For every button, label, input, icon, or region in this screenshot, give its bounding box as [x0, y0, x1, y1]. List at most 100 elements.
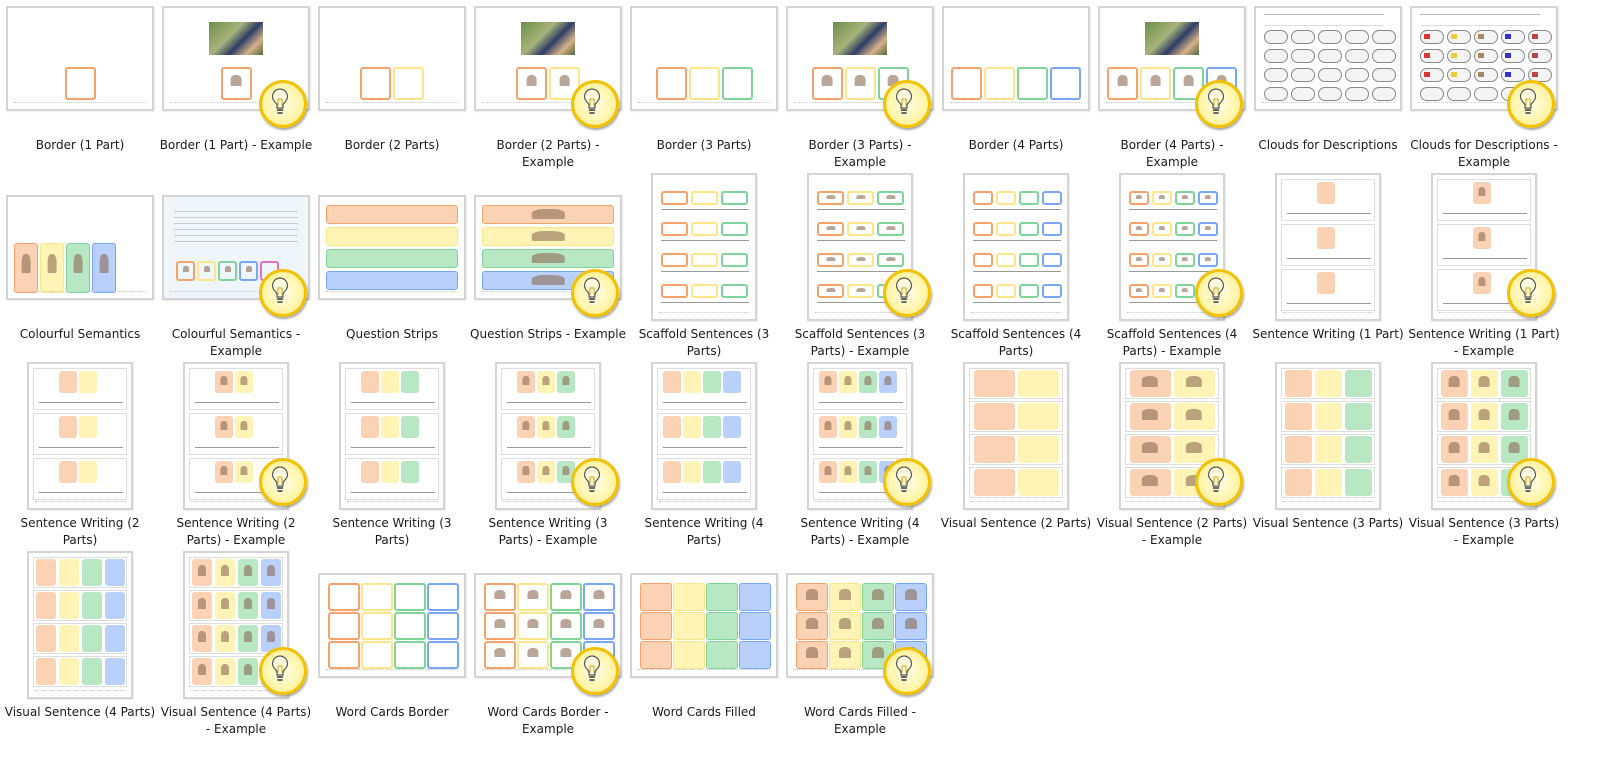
file-name[interactable]: Colourful Semantics - Example: [158, 326, 314, 360]
file-thumbnail[interactable]: [27, 551, 133, 699]
file-item[interactable]: Visual Sentence (2 Parts) - Example: [1097, 361, 1247, 547]
file-item[interactable]: Sentence Writing (4 Parts): [629, 361, 779, 547]
file-item[interactable]: Sentence Writing (3 Parts) - Example: [473, 361, 623, 547]
file-item[interactable]: Border (1 Part) - Example: [158, 0, 314, 169]
file-name[interactable]: Border (4 Parts): [938, 137, 1094, 154]
file-name[interactable]: Scaffold Sentences (3 Parts) - Example: [782, 326, 938, 360]
blue-box: [427, 640, 459, 669]
file-item[interactable]: Word Cards Border: [317, 550, 467, 736]
file-thumbnail[interactable]: [630, 572, 778, 678]
file-name[interactable]: Word Cards Border - Example: [470, 704, 626, 738]
file-name[interactable]: Visual Sentence (3 Parts) - Example: [1406, 515, 1562, 549]
file-name[interactable]: Sentence Writing (2 Parts) - Example: [158, 515, 314, 549]
file-name[interactable]: Scaffold Sentences (3 Parts): [626, 326, 782, 360]
file-item[interactable]: Visual Sentence (4 Parts) - Example: [161, 550, 311, 736]
thumbnail-area: [317, 550, 467, 700]
file-thumbnail[interactable]: [942, 5, 1090, 111]
file-name[interactable]: Colourful Semantics: [2, 326, 158, 343]
file-name[interactable]: Sentence Writing (1 Part): [1250, 326, 1406, 343]
file-item[interactable]: Scaffold Sentences (3 Parts) - Example: [785, 172, 935, 358]
file-item[interactable]: Scaffold Sentences (4 Parts): [941, 172, 1091, 358]
file-thumbnail[interactable]: [1254, 5, 1402, 111]
file-name[interactable]: Visual Sentence (2 Parts): [938, 515, 1094, 532]
file-thumbnail[interactable]: [6, 5, 154, 111]
file-item[interactable]: Border (4 Parts) - Example: [1097, 0, 1247, 169]
file-thumbnail[interactable]: [1275, 362, 1381, 510]
file-name[interactable]: Border (1 Part): [2, 137, 158, 154]
file-name[interactable]: Question Strips - Example: [470, 326, 626, 343]
file-name[interactable]: Word Cards Border: [314, 704, 470, 721]
file-item[interactable]: Sentence Writing (1 Part) - Example: [1406, 172, 1562, 360]
file-name[interactable]: Visual Sentence (4 Parts): [2, 704, 158, 721]
file-item[interactable]: Question Strips - Example: [470, 172, 626, 358]
file-name[interactable]: Word Cards Filled: [626, 704, 782, 721]
file-thumbnail[interactable]: [318, 194, 466, 300]
page-footer: [326, 101, 458, 105]
file-name[interactable]: Sentence Writing (3 Parts) - Example: [470, 515, 626, 549]
orange-box: [328, 582, 360, 611]
file-item[interactable]: Word Cards Filled - Example: [785, 550, 935, 736]
file-item[interactable]: Visual Sentence (3 Parts) - Example: [1409, 361, 1559, 547]
symbol-icon: [266, 630, 275, 642]
file-thumbnail[interactable]: [651, 173, 757, 321]
file-thumbnail[interactable]: [630, 5, 778, 111]
orange-box: [1317, 227, 1335, 249]
file-item[interactable]: Border (2 Parts) - Example: [473, 0, 623, 169]
file-item[interactable]: Clouds for Descriptions: [1253, 0, 1403, 169]
file-item[interactable]: Scaffold Sentences (3 Parts): [629, 172, 779, 358]
file-name[interactable]: Border (4 Parts) - Example: [1094, 137, 1250, 171]
file-name[interactable]: Visual Sentence (2 Parts) - Example: [1094, 515, 1250, 549]
yellow-box: [214, 592, 235, 619]
file-name[interactable]: Visual Sentence (3 Parts): [1250, 515, 1406, 532]
file-item[interactable]: Sentence Writing (2 Parts) - Example: [161, 361, 311, 547]
file-name[interactable]: Sentence Writing (3 Parts): [314, 515, 470, 549]
file-name[interactable]: Question Strips: [314, 326, 470, 343]
symbol-icon: [522, 420, 530, 430]
file-thumbnail[interactable]: [651, 362, 757, 510]
file-name[interactable]: Border (2 Parts): [314, 137, 470, 154]
file-name[interactable]: Clouds for Descriptions - Example: [1406, 137, 1562, 171]
file-name[interactable]: Clouds for Descriptions: [1250, 137, 1406, 154]
cloud-shape: [1474, 29, 1498, 44]
file-thumbnail[interactable]: [318, 5, 466, 111]
file-item[interactable]: Colourful Semantics - Example: [161, 172, 311, 358]
file-item[interactable]: Sentence Writing (3 Parts): [317, 361, 467, 547]
file-name[interactable]: Sentence Writing (4 Parts) - Example: [782, 515, 938, 549]
file-item[interactable]: Word Cards Filled: [629, 550, 779, 736]
file-thumbnail[interactable]: [6, 194, 154, 300]
file-name[interactable]: Word Cards Filled - Example: [782, 704, 938, 738]
file-item[interactable]: Word Cards Border - Example: [473, 550, 623, 736]
file-thumbnail[interactable]: [318, 572, 466, 678]
file-item[interactable]: Border (2 Parts): [317, 0, 467, 169]
file-name[interactable]: Border (3 Parts) - Example: [782, 137, 938, 171]
file-name[interactable]: Scaffold Sentences (4 Parts): [938, 326, 1094, 360]
file-item[interactable]: Visual Sentence (3 Parts): [1253, 361, 1403, 547]
symbol-icon: [844, 420, 852, 430]
file-name[interactable]: Border (1 Part) - Example: [158, 137, 314, 154]
file-item[interactable]: Sentence Writing (2 Parts): [5, 361, 155, 547]
file-item[interactable]: Sentence Writing (4 Parts) - Example: [785, 361, 935, 547]
file-thumbnail[interactable]: [963, 173, 1069, 321]
file-name[interactable]: Scaffold Sentences (4 Parts) - Example: [1094, 326, 1250, 360]
file-thumbnail[interactable]: [339, 362, 445, 510]
file-item[interactable]: Visual Sentence (4 Parts): [5, 550, 155, 736]
file-item[interactable]: Border (3 Parts): [629, 0, 779, 169]
file-name[interactable]: Border (3 Parts): [626, 137, 782, 154]
file-item[interactable]: Border (3 Parts) - Example: [785, 0, 935, 169]
file-name[interactable]: Sentence Writing (2 Parts): [2, 515, 158, 549]
file-item[interactable]: Scaffold Sentences (4 Parts) - Example: [1097, 172, 1247, 358]
file-name[interactable]: Border (2 Parts) - Example: [470, 137, 626, 171]
file-name[interactable]: Sentence Writing (1 Part) - Example: [1406, 326, 1562, 360]
file-thumbnail[interactable]: [1275, 173, 1381, 321]
file-thumbnail[interactable]: [27, 362, 133, 510]
file-item[interactable]: Visual Sentence (2 Parts): [941, 361, 1091, 547]
file-item[interactable]: Question Strips: [317, 172, 467, 358]
file-name[interactable]: Visual Sentence (4 Parts) - Example: [158, 704, 314, 738]
file-item[interactable]: Border (1 Part): [5, 0, 155, 169]
file-item[interactable]: Colourful Semantics: [5, 172, 155, 358]
file-name[interactable]: Sentence Writing (4 Parts): [626, 515, 782, 549]
file-item[interactable]: Border (4 Parts): [941, 0, 1091, 169]
file-item[interactable]: Sentence Writing (1 Part): [1250, 172, 1406, 358]
file-thumbnail[interactable]: [963, 362, 1069, 510]
file-item[interactable]: Clouds for Descriptions - Example: [1409, 0, 1559, 169]
